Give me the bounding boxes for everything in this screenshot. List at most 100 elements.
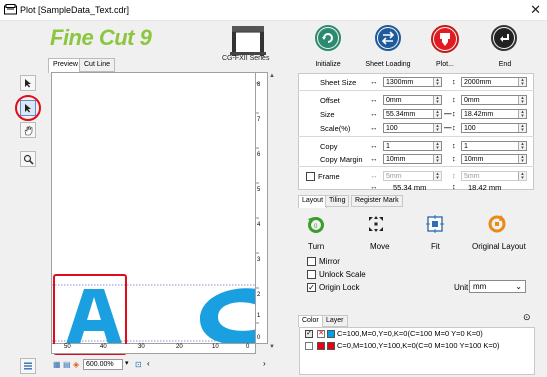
total-width-value: 55.34 mm xyxy=(393,183,427,192)
select-tool-button[interactable] xyxy=(20,75,36,91)
tab-register-mark[interactable]: Register Mark xyxy=(351,195,403,207)
ruler-label: 0 xyxy=(257,335,261,341)
scale-label: Scale(%) xyxy=(320,124,351,133)
sheet-height-field[interactable]: 2000mm ▴ ▾ xyxy=(461,77,527,87)
zoom-level-field[interactable]: 600.00% xyxy=(83,359,123,370)
scale-x-field[interactable]: 100 ▴ ▾ xyxy=(383,123,442,133)
ruler-label: 4 xyxy=(257,222,261,228)
window-title: Plot [SampleData_Text.cdr] xyxy=(20,5,130,15)
grid-view-icon[interactable]: ▦ xyxy=(53,360,61,369)
layer-name: C=100,M=0,Y=0,K=0(C=100 M=0 Y=0 K=0) xyxy=(337,329,483,338)
scroll-right-arrow-icon[interactable]: › xyxy=(263,359,266,368)
layer-output-icon[interactable]: ✕ xyxy=(317,330,325,338)
layer-visible-checkbox[interactable]: ✓ xyxy=(305,330,313,338)
copy-x-value: 1 xyxy=(386,143,390,150)
expand-panel-icon[interactable]: ⊙ xyxy=(523,312,531,323)
size-y-field[interactable]: 18.42mm ▴ ▾ xyxy=(461,109,527,119)
sheet-loading-button[interactable] xyxy=(375,25,401,51)
original-layout-icon[interactable] xyxy=(486,213,508,235)
tab-color[interactable]: Color xyxy=(298,315,323,327)
tab-layout[interactable]: Layout xyxy=(298,195,328,208)
spin-arrows-icon[interactable]: ▴ ▾ xyxy=(433,124,441,133)
layer-name: C=0,M=100,Y=100,K=0(C=0 M=100 Y=100 K=0) xyxy=(337,341,500,350)
svg-text:0: 0 xyxy=(314,224,318,230)
copy-margin-y-field[interactable]: 10mm ▴ ▾ xyxy=(461,154,527,164)
spin-arrows-icon[interactable]: ▴ ▾ xyxy=(518,142,526,151)
ruler-label: 5 xyxy=(257,187,261,193)
copy-y-field[interactable]: 1 ▴ ▾ xyxy=(461,141,527,151)
tab-tiling[interactable]: Tiling xyxy=(325,195,350,207)
tab-preview[interactable]: Preview xyxy=(48,58,83,73)
turn-icon[interactable]: 0 xyxy=(306,214,326,234)
copy-x-field[interactable]: 1 ▴ ▾ xyxy=(383,141,442,151)
zoom-tool-button[interactable] xyxy=(20,151,36,167)
offset-x-field[interactable]: 0mm ▴ ▾ xyxy=(383,95,442,105)
page-view-icon[interactable]: ▤ xyxy=(63,360,71,369)
move-icon[interactable] xyxy=(366,214,386,234)
chevron-down-icon: ⌄ xyxy=(515,282,522,291)
layer-visible-checkbox[interactable] xyxy=(305,342,313,350)
spin-arrows-icon[interactable]: ▴ ▾ xyxy=(433,78,441,87)
initialize-button[interactable] xyxy=(315,25,341,51)
tab-cut-line[interactable]: Cut Line xyxy=(79,58,116,72)
end-label: End xyxy=(498,61,512,68)
layer-row[interactable]: C=0,M=100,Y=100,K=0(C=0 M=100 Y=100 K=0) xyxy=(300,341,536,352)
width-arrow-icon: ↔ xyxy=(370,171,378,180)
ruler-label: 6 xyxy=(257,152,261,158)
ruler-label: 30 xyxy=(138,344,145,350)
unit-select[interactable]: mm ⌄ xyxy=(469,280,526,293)
copy-margin-x-field[interactable]: 10mm ▴ ▾ xyxy=(383,154,442,164)
zoom-dropdown-icon[interactable]: ▾ xyxy=(125,359,129,367)
spin-arrows-icon: ▴ ▾ xyxy=(433,172,441,181)
origin-lock-label: Origin Lock xyxy=(319,283,360,292)
spin-arrows-icon[interactable]: ▴ ▾ xyxy=(518,124,526,133)
frame-checkbox[interactable] xyxy=(306,172,315,181)
horizontal-ruler: 50 40 30 20 10 0 xyxy=(51,344,256,354)
plot-label: Plot... xyxy=(436,61,454,68)
height-arrow-icon: ↕ xyxy=(452,77,456,86)
layer-row[interactable]: ✓ ✕ C=100,M=0,Y=0,K=0(C=100 M=0 Y=0 K=0) xyxy=(300,329,536,340)
reload-icon xyxy=(318,28,338,48)
frame-x-field: 5mm ▴ ▾ xyxy=(383,171,442,181)
link-dash-icon[interactable]: — xyxy=(444,123,452,132)
list-view-button[interactable] xyxy=(20,358,36,374)
spin-arrows-icon[interactable]: ▴ ▾ xyxy=(518,78,526,87)
ruler-label: 1 xyxy=(257,313,261,319)
vertical-scrollbar[interactable]: ▲ ▼ xyxy=(268,72,277,352)
width-arrow-icon: ↔ xyxy=(370,123,378,132)
tab-layer[interactable]: Layer xyxy=(322,315,348,327)
end-button[interactable] xyxy=(491,25,517,51)
height-arrow-icon: ↕ xyxy=(452,141,456,150)
height-arrow-icon: ↕ xyxy=(452,109,456,118)
close-button[interactable]: ✕ xyxy=(530,2,541,18)
spin-arrows-icon[interactable]: ▴ ▾ xyxy=(433,110,441,119)
mirror-checkbox[interactable] xyxy=(307,257,316,266)
sheet-width-field[interactable]: 1300mm ▴ ▾ xyxy=(383,77,442,87)
unlock-scale-checkbox[interactable] xyxy=(307,270,316,279)
ruler-label: 0 xyxy=(246,344,250,350)
spin-arrows-icon[interactable]: ▴ ▾ xyxy=(433,142,441,151)
sheet-loading-icon xyxy=(378,28,398,48)
scroll-up-arrow-icon[interactable]: ▲ xyxy=(269,73,275,79)
zoom-icon[interactable]: ◈ xyxy=(73,360,79,369)
pan-tool-button[interactable] xyxy=(20,122,36,138)
spin-arrows-icon[interactable]: ▴ ▾ xyxy=(518,155,526,164)
width-arrow-icon: ↔ xyxy=(370,141,378,150)
plot-button[interactable] xyxy=(431,25,459,53)
scroll-left-arrow-icon[interactable]: ‹ xyxy=(147,359,150,368)
origin-lock-checkbox[interactable]: ✓ xyxy=(307,283,316,292)
offset-y-field[interactable]: 0mm ▴ ▾ xyxy=(461,95,527,105)
spin-arrows-icon[interactable]: ▴ ▾ xyxy=(433,155,441,164)
spin-arrows-icon[interactable]: ▴ ▾ xyxy=(518,110,526,119)
zoom-fit-icon[interactable]: ⊡ xyxy=(135,360,142,369)
spin-arrows-icon[interactable]: ▴ ▾ xyxy=(433,96,441,105)
size-x-field[interactable]: 55.34mm ▴ ▾ xyxy=(383,109,442,119)
ruler-ticks-v xyxy=(256,82,259,324)
ruler-label: 3 xyxy=(257,257,261,263)
spin-arrows-icon[interactable]: ▴ ▾ xyxy=(518,96,526,105)
scale-y-field[interactable]: 100 ▴ ▾ xyxy=(461,123,527,133)
fit-icon[interactable] xyxy=(425,214,445,234)
divider xyxy=(298,90,534,91)
scroll-down-arrow-icon[interactable]: ▼ xyxy=(269,344,275,350)
link-dash-icon[interactable]: — xyxy=(444,109,452,118)
